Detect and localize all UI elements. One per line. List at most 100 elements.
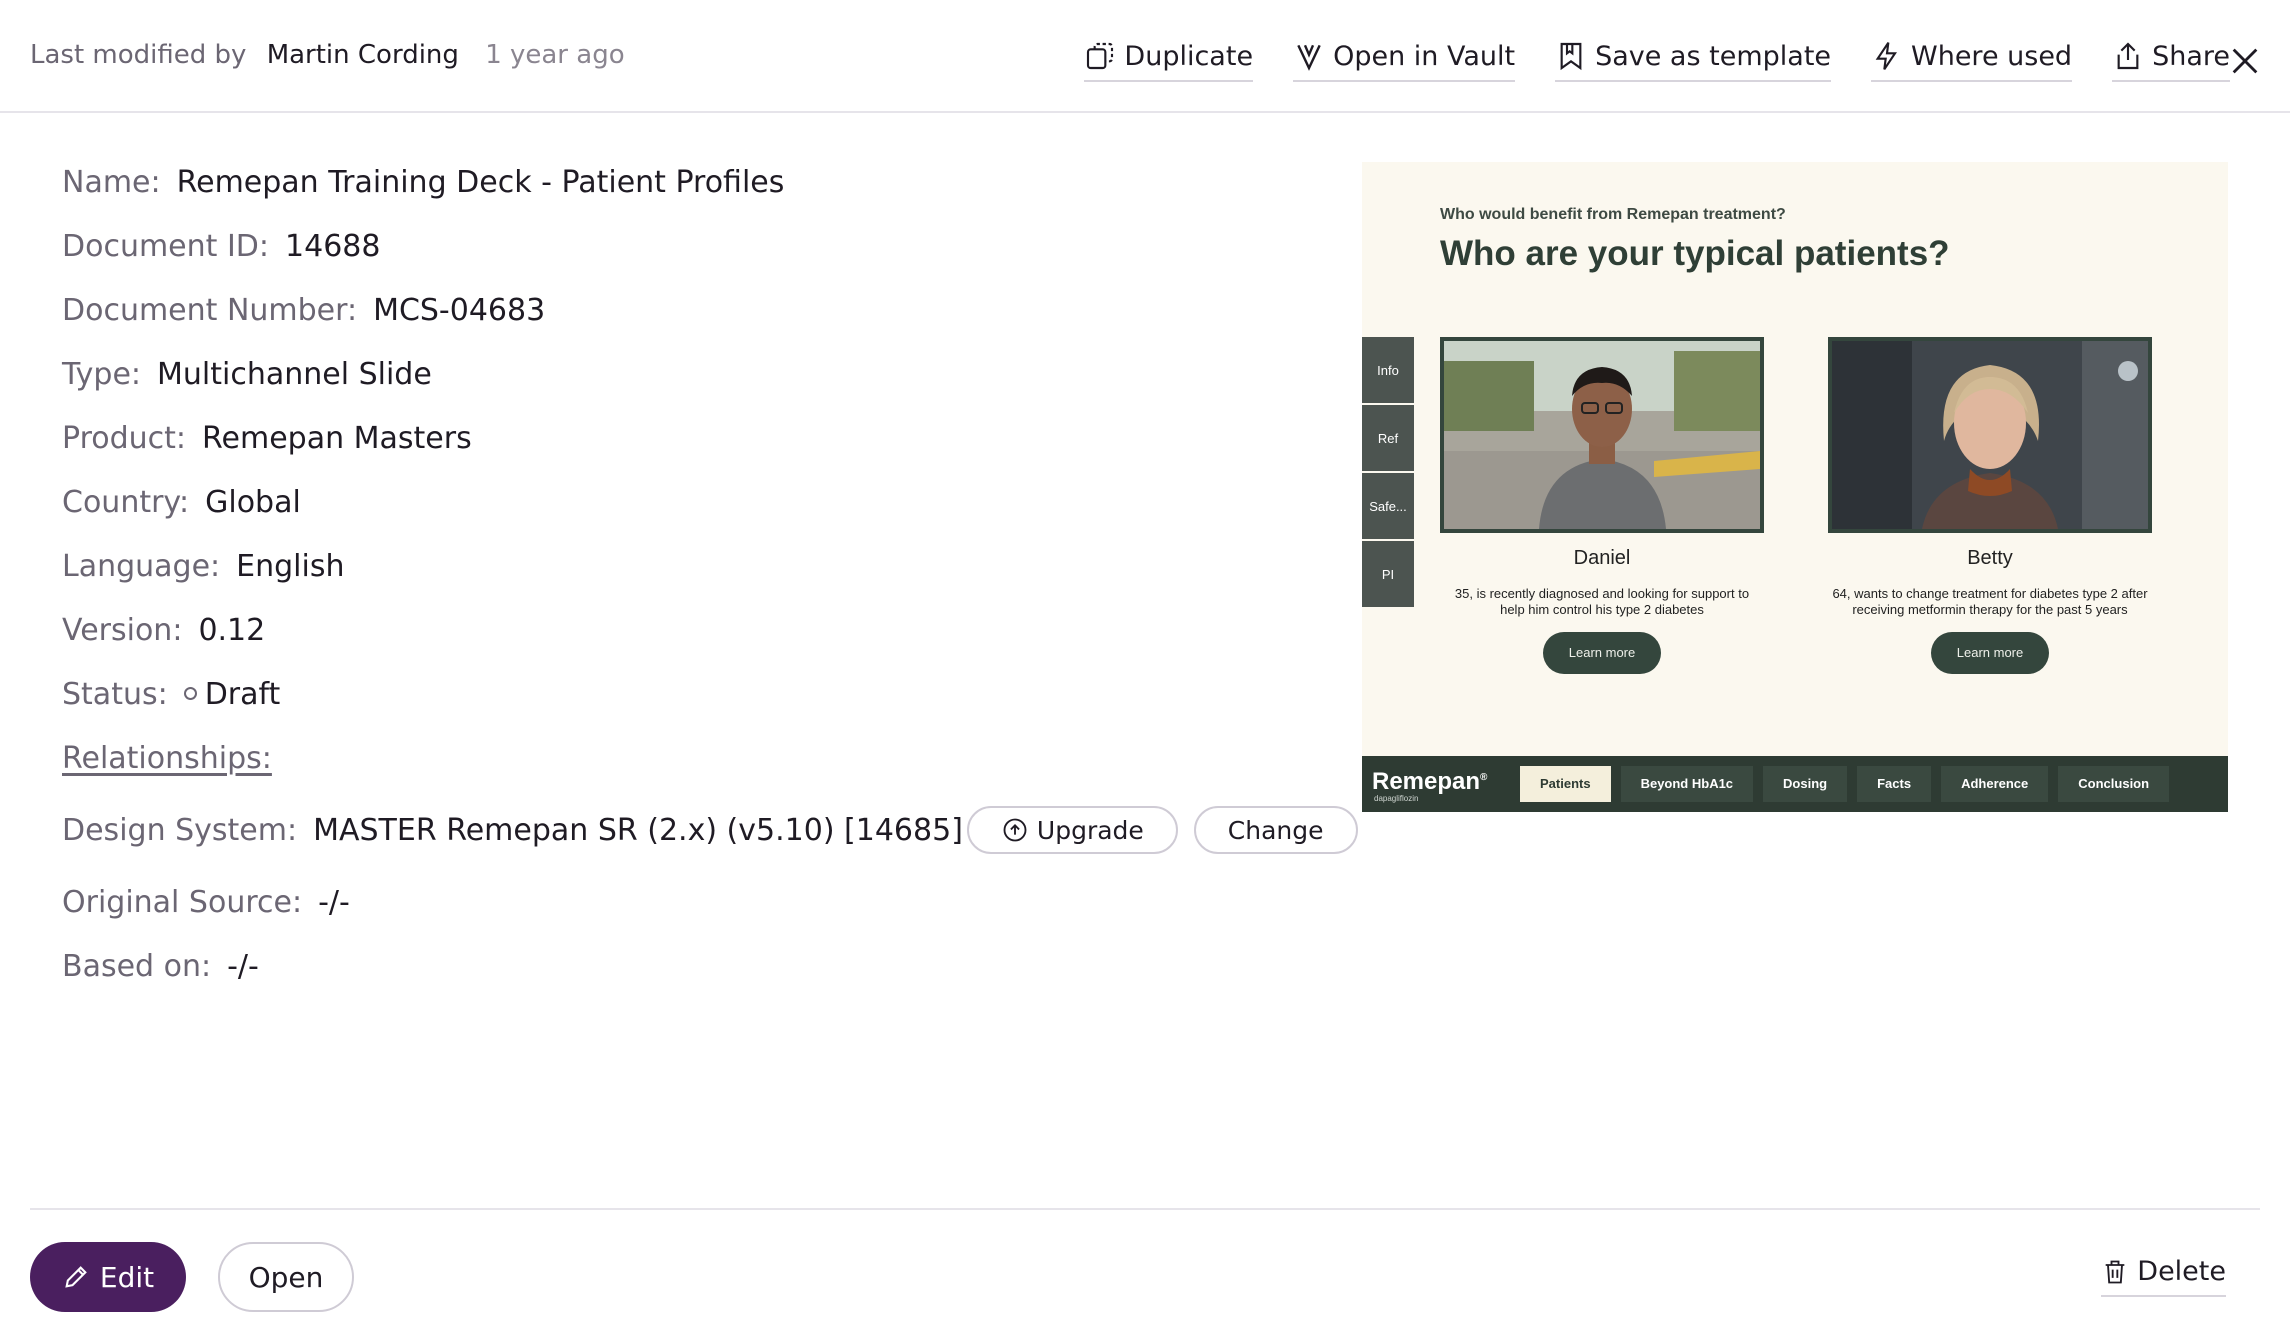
slide-kicker: Who would benefit from Remepan treatment… xyxy=(1440,206,1786,223)
arrow-up-circle-icon xyxy=(1003,818,1027,842)
side-tab-pi[interactable]: PI xyxy=(1362,541,1414,607)
side-tab-safety[interactable]: Safe... xyxy=(1362,473,1414,539)
slide-nav-bar: Remepan® dapagliflozin Patients Beyond H… xyxy=(1362,756,2228,812)
patient-desc-daniel: 35, is recently diagnosed and looking fo… xyxy=(1454,586,1750,617)
share-label: Share xyxy=(2152,40,2230,72)
brand-logo: Remepan® xyxy=(1372,768,1487,796)
where-used-button[interactable]: Where used xyxy=(1871,40,2073,82)
duplicate-label: Duplicate xyxy=(1124,40,1254,72)
change-button[interactable]: Change xyxy=(1193,806,1358,854)
bookmark-icon xyxy=(1560,42,1582,71)
name-row: Name: Remepan Training Deck - Patient Pr… xyxy=(62,150,1262,214)
footer-divider xyxy=(30,1208,2260,1210)
country-value: Global xyxy=(205,484,301,520)
product-label: Product: xyxy=(62,420,187,456)
side-tab-info[interactable]: Info xyxy=(1362,337,1414,403)
slide-headline: Who are your typical patients? xyxy=(1440,234,1950,273)
design-system-label: Design System: xyxy=(62,812,298,848)
type-value: Multichannel Slide xyxy=(157,356,432,392)
patient-card-daniel: Daniel 35, is recently diagnosed and loo… xyxy=(1440,337,1764,674)
type-label: Type: xyxy=(62,356,142,392)
status-label: Status: xyxy=(62,676,168,712)
name-label: Name: xyxy=(62,164,161,200)
modified-time: 1 year ago xyxy=(485,40,625,70)
brand-mark: ® xyxy=(1480,772,1488,783)
based-on-row: Based on: -/- xyxy=(62,934,1262,998)
change-label: Change xyxy=(1227,815,1324,845)
document-number-label: Document Number: xyxy=(62,292,358,328)
header-bar: Last modified by Martin Cording 1 year a… xyxy=(0,0,2290,113)
version-label: Version: xyxy=(62,612,183,648)
design-system-value: MASTER Remepan SR (2.x) (v5.10) [14685] xyxy=(313,812,963,848)
edit-label: Edit xyxy=(99,1260,155,1294)
duplicate-icon xyxy=(1087,42,1114,70)
patient-photo-betty xyxy=(1828,337,2152,533)
status-text: Draft xyxy=(204,676,281,712)
original-source-label: Original Source: xyxy=(62,884,303,920)
document-id-row: Document ID: 14688 xyxy=(62,214,1262,278)
open-button[interactable]: Open xyxy=(218,1242,354,1312)
patient-name-betty: Betty xyxy=(1967,547,2013,569)
save-as-template-button[interactable]: Save as template xyxy=(1555,40,1832,82)
brand-name: Remepan xyxy=(1372,768,1481,795)
slide-preview[interactable]: Who would benefit from Remepan treatment… xyxy=(1362,162,2228,812)
status-value: Draft xyxy=(183,676,281,712)
status-dot-icon xyxy=(183,686,197,700)
original-source-value: -/- xyxy=(318,884,350,920)
slide-nav-adherence[interactable]: Adherence xyxy=(1941,766,2049,802)
upgrade-button[interactable]: Upgrade xyxy=(966,806,1178,854)
patient-photo-daniel xyxy=(1440,337,1764,533)
language-label: Language: xyxy=(62,548,221,584)
side-tab-ref[interactable]: Ref xyxy=(1362,405,1414,471)
patient-card-betty: Betty 64, wants to change treatment for … xyxy=(1828,337,2152,674)
name-value: Remepan Training Deck - Patient Profiles xyxy=(176,164,785,200)
slide-side-tabs: Info Ref Safe... PI xyxy=(1362,337,1414,609)
document-id-label: Document ID: xyxy=(62,228,270,264)
country-label: Country: xyxy=(62,484,190,520)
trash-icon xyxy=(2105,1260,2125,1283)
duplicate-button[interactable]: Duplicate xyxy=(1084,40,1254,82)
slide-nav-conclusion[interactable]: Conclusion xyxy=(2058,766,2170,802)
country-row: Country: Global xyxy=(62,470,1262,534)
lightning-icon xyxy=(1875,42,1898,70)
header-actions: Duplicate Open in Vault Save as template… xyxy=(1084,40,2230,82)
slide-nav-facts[interactable]: Facts xyxy=(1857,766,1932,802)
type-row: Type: Multichannel Slide xyxy=(62,342,1262,406)
language-value: English xyxy=(236,548,345,584)
based-on-label: Based on: xyxy=(62,948,212,984)
close-icon[interactable] xyxy=(2228,44,2262,78)
slide-nav-beyond-hba1c[interactable]: Beyond HbA1c xyxy=(1620,766,1754,802)
save-as-template-label: Save as template xyxy=(1595,40,1832,72)
design-system-row: Design System: MASTER Remepan SR (2.x) (… xyxy=(62,790,1358,870)
document-details: Name: Remepan Training Deck - Patient Pr… xyxy=(62,150,1358,998)
product-value: Remepan Masters xyxy=(202,420,472,456)
slide-nav-items: Patients Beyond HbA1c Dosing Facts Adher… xyxy=(1520,766,2170,802)
pencil-icon xyxy=(65,1266,87,1288)
open-in-vault-label: Open in Vault xyxy=(1333,40,1516,72)
learn-more-button-daniel[interactable]: Learn more xyxy=(1542,632,1662,674)
upgrade-label: Upgrade xyxy=(1036,815,1144,845)
version-row: Version: 0.12 xyxy=(62,598,1262,662)
open-in-vault-button[interactable]: Open in Vault xyxy=(1293,40,1516,82)
modified-label: Last modified by xyxy=(30,40,247,70)
patient-desc-betty: 64, wants to change treatment for diabet… xyxy=(1832,586,2148,617)
learn-more-button-betty[interactable]: Learn more xyxy=(1930,632,2050,674)
slide-nav-dosing[interactable]: Dosing xyxy=(1763,766,1848,802)
share-button[interactable]: Share xyxy=(2112,40,2230,82)
slide-nav-patients[interactable]: Patients xyxy=(1520,766,1611,802)
document-number-value: MCS-04683 xyxy=(373,292,546,328)
last-modified: Last modified by Martin Cording 1 year a… xyxy=(30,40,625,70)
document-number-row: Document Number: MCS-04683 xyxy=(62,278,1262,342)
vault-icon xyxy=(1297,44,1321,71)
open-label: Open xyxy=(248,1260,324,1294)
edit-button[interactable]: Edit xyxy=(30,1242,186,1312)
original-source-row: Original Source: -/- xyxy=(62,870,1262,934)
delete-button[interactable]: Delete xyxy=(2101,1256,2226,1297)
brand-subtitle: dapagliflozin xyxy=(1374,794,1419,803)
status-row: Status: Draft xyxy=(62,662,1262,726)
patient-name-daniel: Daniel xyxy=(1573,547,1631,569)
share-icon xyxy=(2117,42,2139,70)
relationships-row: Relationships: xyxy=(62,726,1262,790)
delete-label: Delete xyxy=(2137,1256,2226,1287)
modified-by-user[interactable]: Martin Cording xyxy=(267,40,459,70)
